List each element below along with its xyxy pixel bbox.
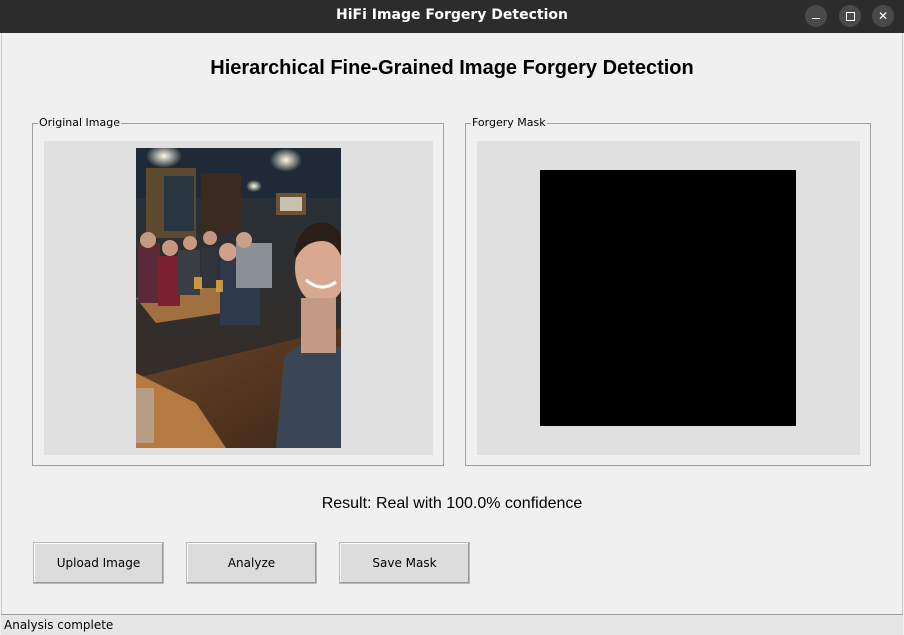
upload-image-button[interactable]: Upload Image (33, 542, 164, 584)
close-icon: ✕ (877, 9, 889, 23)
forgery-mask-panel (477, 141, 860, 455)
minimize-button[interactable] (805, 5, 827, 27)
analyze-button[interactable]: Analyze (186, 542, 317, 584)
original-image-label: Original Image (38, 116, 121, 130)
maximize-icon (845, 11, 855, 21)
save-mask-button[interactable]: Save Mask (339, 542, 470, 584)
original-image-group: Original Image (32, 116, 444, 466)
title-bar: HiFi Image Forgery Detection ✕ (0, 0, 904, 33)
page-title: Hierarchical Fine-Grained Image Forgery … (210, 57, 694, 79)
maximize-button[interactable] (839, 5, 861, 27)
status-text: Analysis complete (4, 618, 114, 632)
restaurant-selfie-image (136, 148, 341, 448)
minimize-icon (812, 17, 820, 20)
result-text: Result: Real with 100.0% confidence (321, 495, 583, 512)
status-bar: Analysis complete (1, 614, 903, 635)
close-button[interactable]: ✕ (872, 5, 894, 27)
original-image-photo (136, 148, 341, 448)
window-title: HiFi Image Forgery Detection (335, 7, 568, 23)
forgery-mask-image (540, 170, 796, 426)
forgery-mask-group: Forgery Mask (465, 116, 871, 466)
forgery-mask-label: Forgery Mask (471, 116, 547, 130)
original-image-panel (44, 141, 433, 455)
